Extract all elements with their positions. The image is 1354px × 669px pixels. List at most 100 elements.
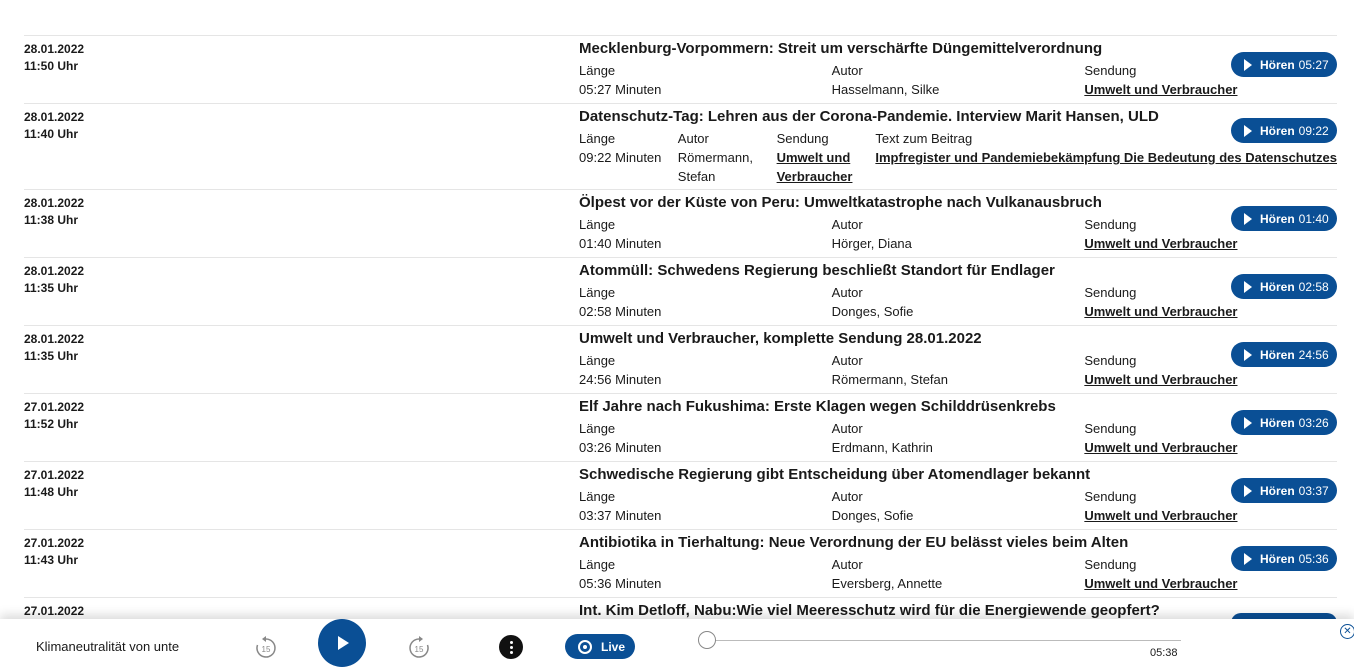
play-icon <box>1244 416 1252 429</box>
play-button[interactable] <box>318 619 366 667</box>
play-icon <box>1244 124 1252 137</box>
author-value: Donges, Sofie <box>831 304 914 319</box>
forward-icon: 15 <box>409 636 429 658</box>
length-value: 03:26 Minuten <box>579 440 662 455</box>
episode-date: 27.01.2022 <box>24 400 85 414</box>
show-link-line2[interactable]: Verbraucher <box>777 167 876 186</box>
listen-button[interactable]: Hören 03:26 <box>1231 410 1337 435</box>
listen-button[interactable]: Hören 05:27 <box>1231 52 1337 77</box>
listen-button[interactable]: Hören 01:40 <box>1231 206 1337 231</box>
episode-time: 11:38 Uhr <box>24 213 79 227</box>
author-label: Autor <box>831 353 863 368</box>
listen-button[interactable]: Hören 24:56 <box>1231 342 1337 367</box>
listen-button[interactable]: Hören 09:22 <box>1231 118 1337 143</box>
episode-title[interactable]: Elf Jahre nach Fukushima: Erste Klagen w… <box>579 397 1337 416</box>
episode-datetime: 27.01.2022 <box>24 603 84 620</box>
forward-button[interactable]: 15 <box>404 633 434 663</box>
episode-title[interactable]: Ölpest vor der Küste von Peru: Umweltkat… <box>579 193 1337 212</box>
show-link[interactable]: Umwelt und Verbraucher <box>1084 576 1237 591</box>
author-value: Erdmann, Kathrin <box>831 440 933 455</box>
author-label: Autor <box>831 557 863 572</box>
svg-text:15: 15 <box>262 645 271 654</box>
length-label: Länge <box>579 285 616 300</box>
episode-row: 28.01.2022 11:40 Uhr Datenschutz-Tag: Le… <box>24 103 1337 189</box>
episode-title[interactable]: Mecklenburg-Vorpommern: Streit um versch… <box>579 39 1337 58</box>
episode-row: 27.01.2022 11:52 Uhr Elf Jahre nach Fuku… <box>24 393 1337 461</box>
show-link[interactable]: Umwelt und Verbraucher <box>1084 440 1237 455</box>
author-label: Autor <box>831 489 863 504</box>
episode-row: 27.01.2022 11:43 Uhr Antibiotika in Tier… <box>24 529 1337 597</box>
listen-label: Hören <box>1260 123 1295 138</box>
episode-time: 11:48 Uhr <box>24 485 79 499</box>
episode-title[interactable]: Schwedische Regierung gibt Entscheidung … <box>579 465 1337 484</box>
show-link[interactable]: Umwelt und Verbraucher <box>1084 304 1237 319</box>
episode-date: 28.01.2022 <box>24 264 85 278</box>
show-label: Sendung <box>776 131 829 146</box>
rewind-button[interactable]: 15 <box>251 633 281 663</box>
show-link[interactable]: Umwelt und Verbraucher <box>1084 508 1237 523</box>
listen-duration: 03:26 <box>1298 415 1329 430</box>
live-icon <box>578 639 592 654</box>
listen-button[interactable]: Hören 05:36 <box>1231 546 1337 571</box>
episode-time: 11:43 Uhr <box>24 553 79 567</box>
episode-time: 11:52 Uhr <box>24 417 79 431</box>
episode-date: 28.01.2022 <box>24 110 85 124</box>
author-value-line1: Römermann, <box>677 150 753 165</box>
live-button[interactable]: Live <box>565 634 635 659</box>
length-label: Länge <box>579 131 616 146</box>
author-label: Autor <box>831 285 863 300</box>
episode-datetime: 27.01.2022 11:48 Uhr <box>24 467 84 501</box>
episode-title[interactable]: Datenschutz-Tag: Lehren aus der Corona-P… <box>579 107 1337 126</box>
player-duration: 05:38 <box>1150 647 1178 659</box>
author-value: Eversberg, Annette <box>831 576 943 591</box>
episode-title[interactable]: Atommüll: Schwedens Regierung beschließt… <box>579 261 1337 280</box>
episode-row: 27.01.2022 11:48 Uhr Schwedische Regieru… <box>24 461 1337 529</box>
length-value: 09:22 Minuten <box>579 150 662 165</box>
episode-time: 11:50 Uhr <box>24 59 79 73</box>
progress-track[interactable] <box>707 640 1181 641</box>
listen-duration: 01:40 <box>1298 211 1329 226</box>
episode-title[interactable]: Antibiotika in Tierhaltung: Neue Verordn… <box>579 533 1337 552</box>
show-link-line1[interactable]: Umwelt und <box>777 148 876 167</box>
more-options-icon[interactable] <box>499 635 523 659</box>
episode-title[interactable]: Umwelt und Verbraucher, komplette Sendun… <box>579 329 1337 348</box>
author-value: Römermann, Stefan <box>831 372 949 387</box>
episode-date: 28.01.2022 <box>24 196 85 210</box>
listen-duration: 05:27 <box>1298 57 1329 72</box>
listen-label: Hören <box>1260 211 1295 226</box>
listen-duration: 24:56 <box>1298 347 1329 362</box>
episode-title[interactable]: Int. Kim Detloff, Nabu:Wie viel Meeressc… <box>579 601 1337 620</box>
episode-datetime: 28.01.2022 11:38 Uhr <box>24 195 84 229</box>
live-label: Live <box>601 639 626 654</box>
author-value: Donges, Sofie <box>831 508 914 523</box>
play-icon <box>1244 58 1252 71</box>
listen-label: Hören <box>1260 279 1295 294</box>
show-link[interactable]: Umwelt und Verbraucher <box>1084 82 1237 97</box>
episode-datetime: 28.01.2022 11:50 Uhr <box>24 41 84 75</box>
play-icon <box>1244 348 1252 361</box>
length-label: Länge <box>579 217 616 232</box>
play-icon <box>1244 212 1252 225</box>
listen-label: Hören <box>1260 347 1295 362</box>
author-value: Hörger, Diana <box>831 236 912 251</box>
length-value: 05:27 Minuten <box>579 82 662 97</box>
close-icon[interactable]: ✕ <box>1340 624 1354 639</box>
length-label: Länge <box>579 557 616 572</box>
episode-date: 27.01.2022 <box>24 468 85 482</box>
progress-handle[interactable] <box>698 631 716 649</box>
listen-button[interactable]: Hören 02:58 <box>1231 274 1337 299</box>
author-value: Hasselmann, Silke <box>831 82 940 97</box>
show-link[interactable]: Umwelt und Verbraucher <box>1084 372 1237 387</box>
length-value: 24:56 Minuten <box>579 372 662 387</box>
audio-player: Klimaneutralität von unte 15 15 Live 05:… <box>0 619 1354 669</box>
episode-time: 11:40 Uhr <box>24 127 79 141</box>
episode-row: 28.01.2022 11:50 Uhr Mecklenburg-Vorpomm… <box>24 35 1337 103</box>
article-link[interactable]: Impfregister und Pandemiebekämpfung Die … <box>875 150 1337 165</box>
episode-date: 28.01.2022 <box>24 332 85 346</box>
listen-button[interactable]: Hören 03:37 <box>1231 478 1337 503</box>
play-icon <box>338 636 349 650</box>
listen-duration: 02:58 <box>1298 279 1329 294</box>
svg-text:15: 15 <box>415 645 424 654</box>
show-link[interactable]: Umwelt und Verbraucher <box>1084 236 1237 251</box>
episode-list: 28.01.2022 11:50 Uhr Mecklenburg-Vorpomm… <box>24 35 1337 637</box>
